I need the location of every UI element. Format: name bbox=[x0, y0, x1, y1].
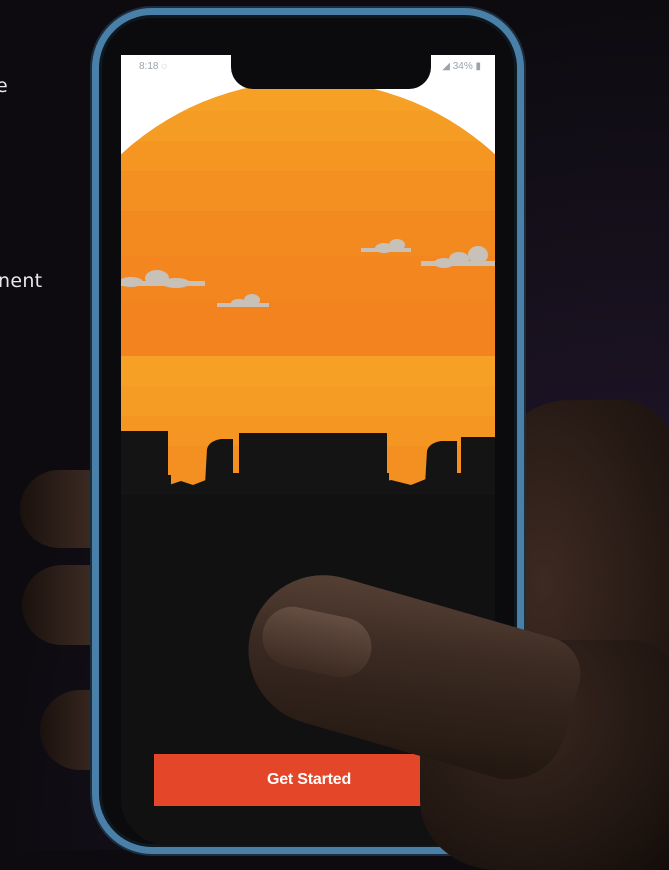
cloud-icon bbox=[361, 239, 411, 253]
cloud-icon bbox=[121, 270, 205, 288]
status-battery: ◢ 34% ▮ bbox=[442, 61, 481, 72]
marketing-text-fragment: e bbox=[0, 75, 8, 97]
cloud-icon bbox=[217, 294, 269, 307]
get-started-button[interactable]: Get Started bbox=[154, 754, 464, 806]
status-time: 8:18 ◌ bbox=[139, 61, 168, 72]
notch bbox=[231, 55, 431, 89]
truck-silhouettes bbox=[121, 431, 495, 505]
truck-icon bbox=[205, 433, 389, 485]
cloud-icon bbox=[421, 246, 495, 268]
truck-icon bbox=[121, 431, 171, 485]
marketing-text-fragment: nent bbox=[0, 270, 43, 292]
truck-icon bbox=[425, 437, 495, 485]
